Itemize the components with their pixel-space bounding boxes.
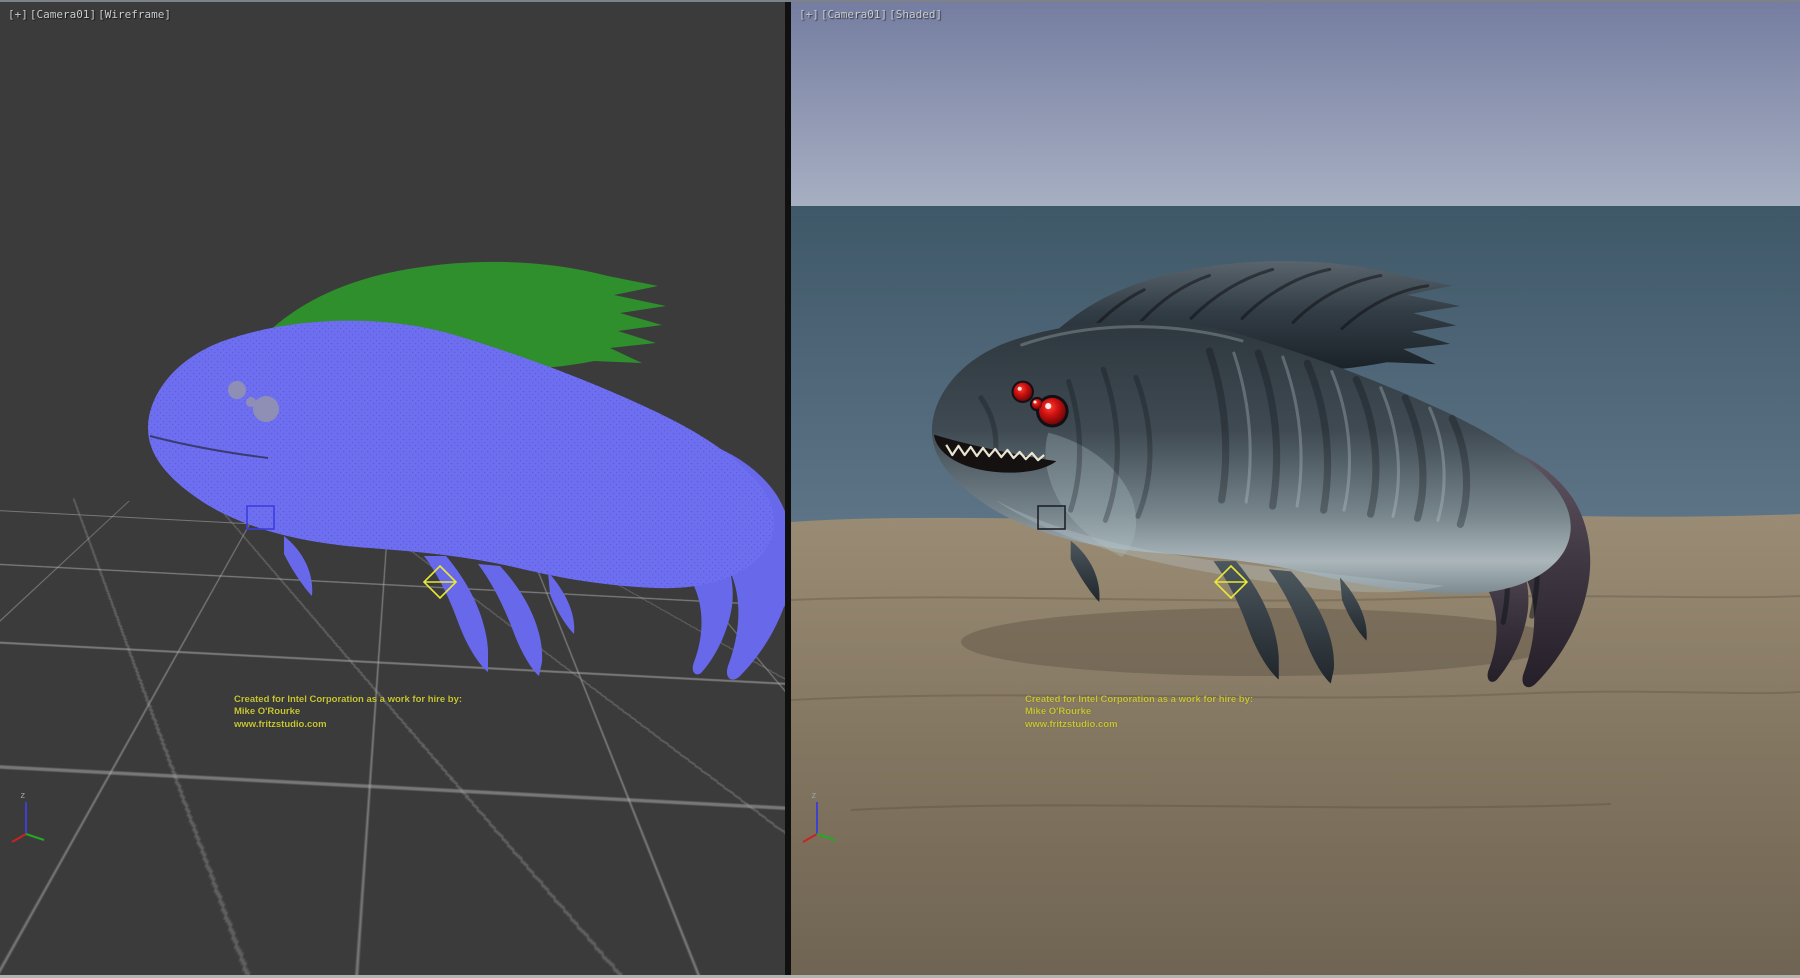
viewport-menu-pov[interactable]: [Camera01] <box>30 8 96 21</box>
watermark-text: Created for Intel Corporation as a work … <box>234 694 462 731</box>
watermark-line: Created for Intel Corporation as a work … <box>1025 694 1253 706</box>
viewport-menu-general[interactable]: [+] <box>799 8 819 21</box>
axis-x <box>803 834 817 842</box>
watermark-line: www.fritzstudio.com <box>234 719 462 731</box>
viewport-shaded[interactable]: [+][Camera01][Shaded] Created for Intel … <box>791 0 1800 978</box>
viewport-splitter[interactable] <box>785 0 791 978</box>
axis-z-label: z <box>20 791 25 801</box>
viewport-menu-general[interactable]: [+] <box>8 8 28 21</box>
viewport-wireframe[interactable]: [+][Camera01][Wireframe] Created for Int… <box>0 0 785 978</box>
sky <box>791 0 1800 206</box>
viewport-split: [+][Camera01][Wireframe] Created for Int… <box>0 0 1800 978</box>
scene-shaded <box>791 0 1800 978</box>
watermark-line: Created for Intel Corporation as a work … <box>234 694 462 706</box>
viewport-menu-shading[interactable]: [Wireframe] <box>98 8 171 21</box>
axis-y <box>26 834 44 840</box>
axis-z-label: z <box>811 791 816 801</box>
viewport-menu-shading[interactable]: [Shaded] <box>889 8 942 21</box>
axis-y <box>817 834 835 840</box>
axis-x <box>12 834 26 842</box>
window-edge-top <box>0 0 1800 2</box>
fish-model-wireframe[interactable] <box>148 262 785 680</box>
watermark-line: www.fritzstudio.com <box>1025 719 1253 731</box>
viewport-menu-pov[interactable]: [Camera01] <box>821 8 887 21</box>
scene-wireframe <box>0 0 785 978</box>
world-axis-tripod: z <box>799 786 859 846</box>
watermark-line: Mike O'Rourke <box>1025 706 1253 718</box>
watermark-line: Mike O'Rourke <box>234 706 462 718</box>
watermark-text: Created for Intel Corporation as a work … <box>1025 694 1253 731</box>
viewport-label: [+][Camera01][Wireframe] <box>8 8 173 21</box>
world-axis-tripod: z <box>8 786 68 846</box>
viewport-label: [+][Camera01][Shaded] <box>799 8 944 21</box>
